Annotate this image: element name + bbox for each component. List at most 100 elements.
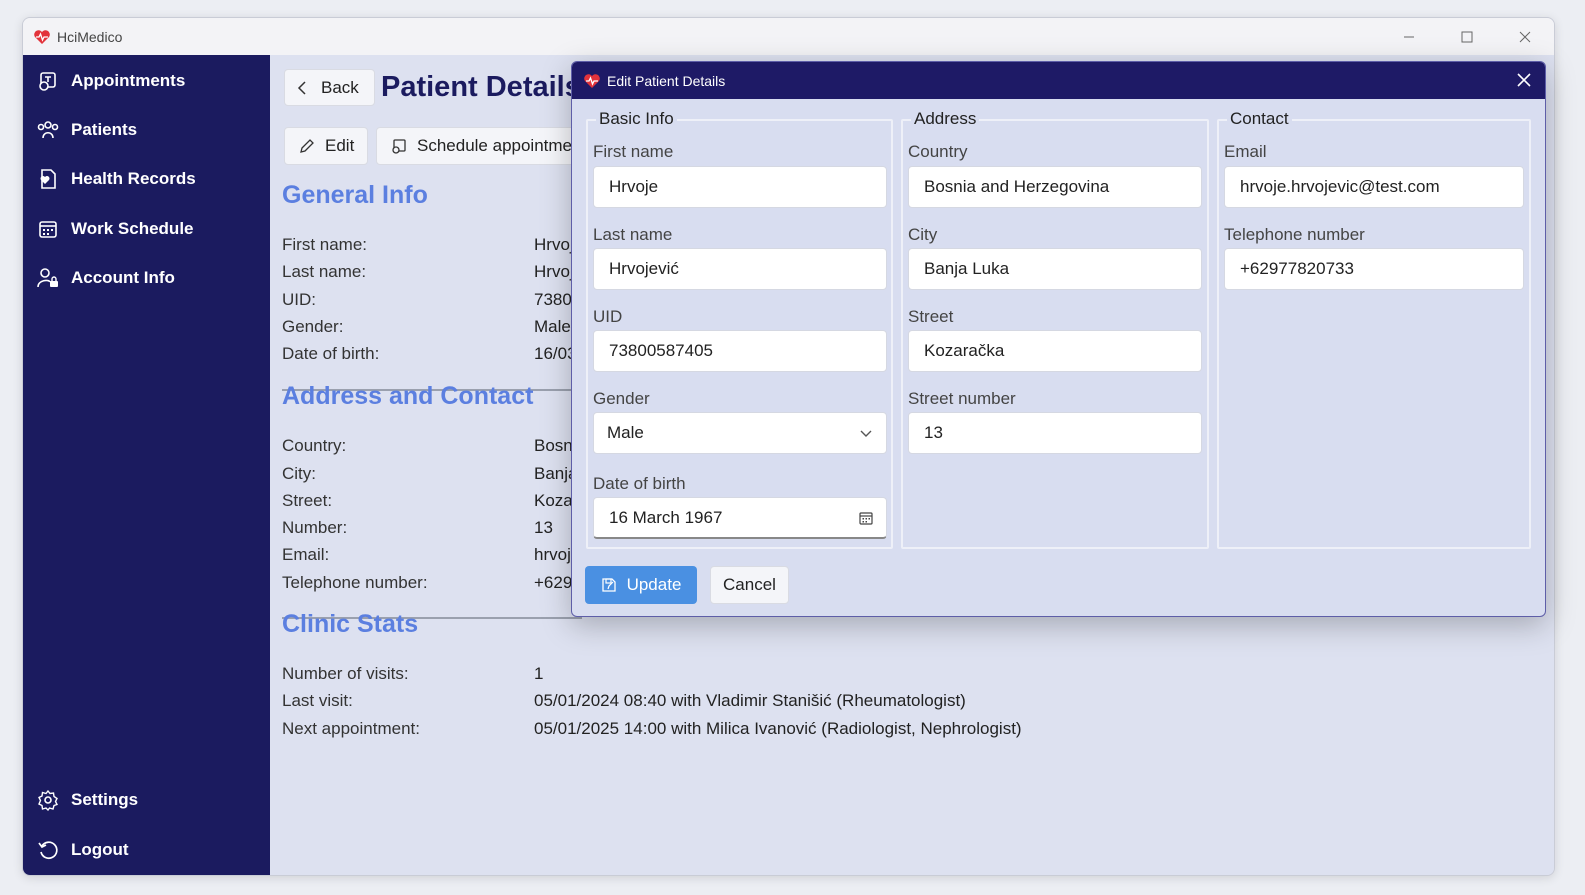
dob-date-picker[interactable]: 16 March 1967 — [593, 497, 887, 539]
first-name-field[interactable]: Hrvoje — [593, 166, 887, 208]
update-button[interactable]: Update — [585, 566, 697, 604]
health-record-icon — [37, 168, 59, 190]
sidebar: Appointments Patients Health Records Wor… — [23, 55, 270, 875]
contact-group: Contact Email hrvoje.hrvojevic@test.com … — [1217, 109, 1531, 549]
email-label: Email: — [282, 545, 330, 564]
city-label: City: — [282, 464, 316, 483]
window-controls — [1380, 18, 1554, 55]
uid-field-label: UID — [593, 307, 623, 326]
group-title: Address — [911, 109, 980, 129]
calendar-icon[interactable] — [858, 510, 874, 526]
sidebar-item-logout[interactable]: Logout — [37, 835, 129, 865]
last-name-field-label: Last name — [593, 225, 673, 244]
sidebar-item-label: Appointments — [71, 71, 186, 90]
sidebar-item-work-schedule[interactable]: Work Schedule — [37, 214, 194, 244]
sidebar-item-label: Account Info — [71, 268, 175, 287]
sidebar-item-appointments[interactable]: Appointments — [37, 66, 185, 96]
appointment-icon — [391, 138, 407, 154]
minimize-button[interactable] — [1380, 18, 1438, 55]
address-group: Address Country Bosnia and Herzegovina C… — [901, 109, 1209, 549]
calendar-icon — [37, 218, 59, 240]
sidebar-item-label: Logout — [71, 840, 129, 859]
sidebar-item-account-info[interactable]: Account Info — [37, 263, 175, 293]
uid-field[interactable]: 73800587405 — [593, 330, 887, 372]
update-label: Update — [626, 575, 682, 594]
number-label: Number: — [282, 518, 348, 537]
clinic-stats-title: Clinic Stats — [282, 610, 419, 638]
logout-icon — [37, 839, 59, 861]
group-title: Basic Info — [596, 109, 677, 129]
sidebar-item-health-records[interactable]: Health Records — [37, 164, 196, 194]
uid-label: UID: — [282, 290, 316, 309]
dialog-title-bar: Edit Patient Details — [572, 62, 1545, 99]
number-value: 13 — [534, 518, 553, 537]
country-label: Country: — [282, 436, 347, 455]
last-visit-label: Last visit: — [282, 691, 353, 710]
app-title: HciMedico — [57, 28, 123, 45]
group-title: Contact — [1227, 109, 1292, 129]
last-name-field[interactable]: Hrvojević — [593, 248, 887, 290]
sidebar-item-label: Health Records — [71, 169, 196, 188]
gender-label: Gender: — [282, 317, 344, 336]
street-field[interactable]: Kozaračka — [908, 330, 1202, 372]
maximize-button[interactable] — [1438, 18, 1496, 55]
sidebar-item-label: Settings — [71, 790, 139, 809]
first-name-field-label: First name — [593, 142, 674, 161]
email-field[interactable]: hrvoje.hrvojevic@test.com — [1224, 166, 1524, 208]
telephone-field[interactable]: +62977820733 — [1224, 248, 1524, 290]
gender-value: Male — [534, 317, 571, 336]
basic-info-group: Basic Info First name Hrvoje Last name H… — [586, 109, 893, 549]
gear-icon — [37, 789, 59, 811]
dob-field-label: Date of birth — [593, 474, 686, 493]
schedule-label: Schedule appointment — [417, 136, 587, 155]
chevron-left-icon — [297, 80, 307, 95]
sidebar-item-settings[interactable]: Settings — [37, 785, 138, 815]
telephone-label: Telephone number: — [282, 573, 428, 592]
city-field[interactable]: Banja Luka — [908, 248, 1202, 290]
dialog-title: Edit Patient Details — [607, 72, 726, 89]
general-info-title: General Info — [282, 181, 428, 209]
chevron-down-icon — [858, 425, 874, 441]
page-title: Patient Details — [381, 71, 581, 103]
cancel-button[interactable]: Cancel — [710, 566, 789, 604]
heart-icon — [33, 28, 51, 46]
close-window-button[interactable] — [1496, 18, 1554, 55]
title-bar: HciMedico — [23, 18, 1554, 55]
sidebar-item-label: Work Schedule — [71, 219, 194, 238]
people-icon — [37, 119, 59, 141]
country-field-label: Country — [908, 142, 968, 161]
dob-field-value: 16 March 1967 — [609, 507, 723, 527]
street-label: Street: — [282, 491, 333, 510]
last-name-label: Last name: — [282, 262, 367, 281]
last-visit-value: 05/01/2024 08:40 with Vladimir Stanišić … — [534, 691, 966, 710]
pencil-icon — [299, 138, 315, 154]
next-appointment-value: 05/01/2025 14:00 with Milica Ivanović (R… — [534, 719, 1022, 738]
gender-field-label: Gender — [593, 389, 650, 408]
dob-label: Date of birth: — [282, 344, 380, 363]
heart-icon — [583, 73, 601, 89]
street-number-field[interactable]: 13 — [908, 412, 1202, 454]
sidebar-item-label: Patients — [71, 120, 138, 139]
appointment-icon — [37, 70, 59, 92]
gender-selected-value: Male — [607, 423, 644, 442]
close-icon[interactable] — [1515, 71, 1533, 89]
first-name-label: First name: — [282, 235, 368, 254]
email-field-label: Email — [1224, 142, 1267, 161]
street-field-label: Street — [908, 307, 954, 326]
edit-patient-dialog: Edit Patient Details Basic Info First na… — [571, 61, 1546, 617]
city-field-label: City — [908, 225, 938, 244]
gender-select[interactable]: Male — [593, 412, 887, 454]
sidebar-item-patients[interactable]: Patients — [37, 115, 137, 145]
next-appointment-label: Next appointment: — [282, 719, 420, 738]
save-icon — [601, 577, 617, 593]
back-button[interactable]: Back — [284, 69, 375, 106]
address-contact-title: Address and Contact — [282, 382, 534, 410]
back-label: Back — [321, 77, 359, 97]
country-field[interactable]: Bosnia and Herzegovina — [908, 166, 1202, 208]
visits-value: 1 — [534, 664, 544, 683]
user-lock-icon — [37, 267, 59, 289]
edit-button[interactable]: Edit — [284, 127, 368, 165]
telephone-field-label: Telephone number — [1224, 225, 1365, 244]
street-number-field-label: Street number — [908, 389, 1016, 408]
edit-label: Edit — [325, 136, 355, 155]
